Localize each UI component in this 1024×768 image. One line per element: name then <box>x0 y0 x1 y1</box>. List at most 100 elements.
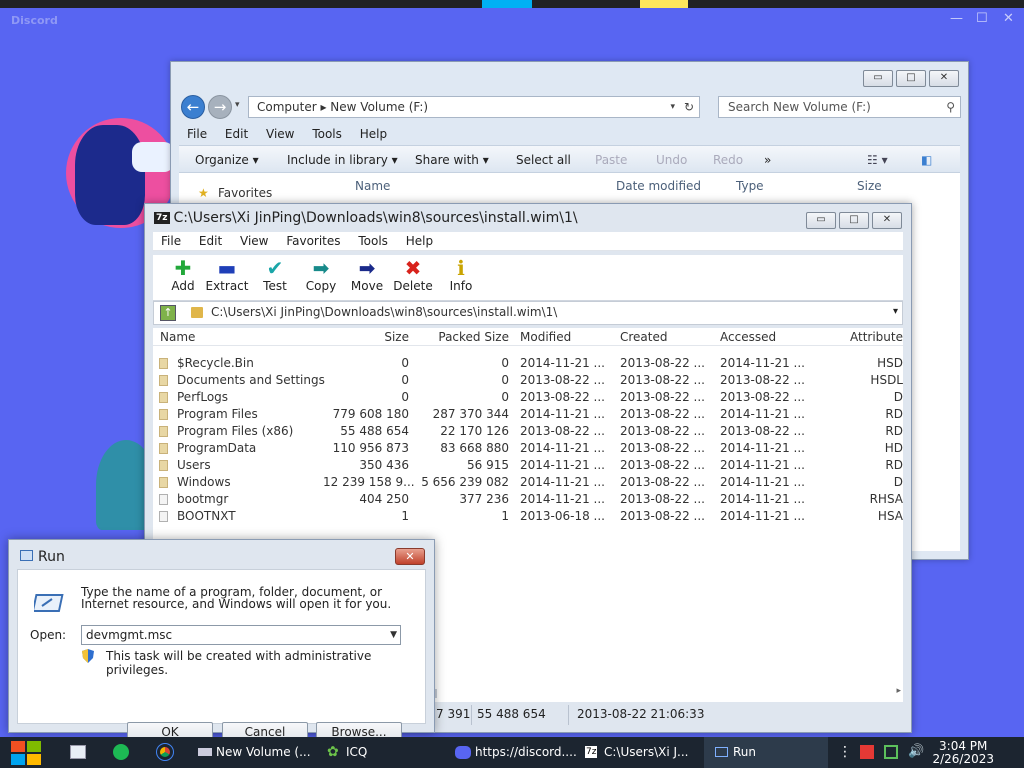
header-size[interactable]: Size <box>323 330 409 344</box>
menu-view[interactable]: View <box>266 127 294 141</box>
header-created[interactable]: Created <box>620 330 668 344</box>
network-icon[interactable] <box>884 745 898 759</box>
info-button[interactable]: ℹ Info <box>435 257 487 293</box>
delete-button[interactable]: ✖ Delete <box>387 257 439 293</box>
explorer-minimize-button[interactable]: ▭ <box>863 70 893 87</box>
file-row[interactable]: $Recycle.Bin 0 0 2014-11-21 ... 2013-08-22 .… <box>153 355 903 372</box>
horizontal-scrollbar[interactable]: ▸ <box>431 686 901 699</box>
copy-button[interactable]: ➡ Copy <box>295 257 347 293</box>
menu-help[interactable]: Help <box>360 127 387 141</box>
column-size[interactable]: Size <box>857 179 882 193</box>
file-row[interactable]: Program Files (x86) 55 488 654 22 170 126 2… <box>153 423 903 440</box>
open-input-value[interactable]: devmgmt.msc <box>86 628 172 642</box>
header-modified[interactable]: Modified <box>520 330 571 344</box>
back-button[interactable]: ← <box>181 95 205 119</box>
view-options-icon[interactable]: ☷ ▾ <box>867 146 888 174</box>
volume-icon[interactable]: 🔊 <box>908 745 924 759</box>
cell-attr: RD <box>885 424 903 438</box>
extract-button[interactable]: ▬ Extract <box>201 257 253 293</box>
task-explorer[interactable]: New Volume (... <box>188 737 312 768</box>
column-date-modified[interactable]: Date modified <box>616 179 701 193</box>
menu-view[interactable]: View <box>240 234 268 248</box>
file-row[interactable]: Users 350 436 56 915 2014-11-21 ... 2013-08-… <box>153 457 903 474</box>
redo-button[interactable]: Redo <box>713 146 743 174</box>
task-7zip[interactable]: 7z C:\Users\Xi J... <box>576 737 700 768</box>
include-in-library-button[interactable]: Include in library ▾ <box>287 146 398 174</box>
header-attribute[interactable]: Attribute <box>813 330 903 344</box>
task-icq[interactable]: ✿ ICQ <box>316 737 440 768</box>
column-type[interactable]: Type <box>736 179 764 193</box>
menu-tools[interactable]: Tools <box>358 234 388 248</box>
header-accessed[interactable]: Accessed <box>720 330 776 344</box>
forward-button[interactable]: → <box>208 95 232 119</box>
maximize-icon[interactable]: ☐ <box>976 11 988 26</box>
folder-icon <box>159 392 168 403</box>
sevenzip-close-button[interactable]: ✕ <box>872 212 902 229</box>
refresh-icon[interactable]: ↻ <box>684 97 694 117</box>
open-dropdown-icon[interactable]: ▼ <box>390 626 397 644</box>
file-row[interactable]: Documents and Settings 0 0 2013-08-22 ... 20… <box>153 372 903 389</box>
column-name[interactable]: Name <box>355 179 390 193</box>
folder-icon <box>159 460 168 471</box>
cell-name: Program Files (x86) <box>177 424 294 438</box>
file-row[interactable]: bootmgr 404 250 377 236 2014-11-21 ... 2013-… <box>153 491 903 508</box>
file-row[interactable]: Program Files 779 608 180 287 370 344 2014-… <box>153 406 903 423</box>
desktop-app-icon[interactable] <box>70 745 86 759</box>
cell-accessed: 2014-11-21 ... <box>720 475 805 489</box>
minimize-icon[interactable]: — <box>950 11 963 26</box>
test-button[interactable]: ✔ Test <box>249 257 301 293</box>
address-dropdown-icon[interactable]: ▾ <box>670 97 675 117</box>
menu-tools[interactable]: Tools <box>312 127 342 141</box>
explorer-maximize-button[interactable]: □ <box>896 70 926 87</box>
cell-packed: 56 915 <box>467 458 509 472</box>
menu-edit[interactable]: Edit <box>199 234 222 248</box>
more-commands-button[interactable]: » <box>764 146 771 174</box>
spotify-icon[interactable] <box>113 744 129 760</box>
menu-favorites[interactable]: Favorites <box>286 234 340 248</box>
cell-size: 350 436 <box>359 458 409 472</box>
open-combobox[interactable]: devmgmt.msc ▼ <box>81 625 401 645</box>
cell-accessed: 2013-08-22 ... <box>720 373 805 387</box>
close-icon[interactable]: ✕ <box>1003 11 1014 26</box>
favorites-link[interactable]: Favorites <box>218 186 272 200</box>
menu-file[interactable]: File <box>187 127 207 141</box>
system-clock[interactable]: 3:04 PM 2/26/2023 <box>932 740 994 766</box>
preview-pane-icon[interactable]: ◧ <box>921 146 932 174</box>
path-dropdown-icon[interactable]: ▾ <box>893 306 898 317</box>
recent-pages-icon[interactable]: ▾ <box>235 100 240 110</box>
chrome-icon[interactable] <box>156 743 174 761</box>
file-row[interactable]: ProgramData 110 956 873 83 668 880 2014-11-… <box>153 440 903 457</box>
up-folder-icon[interactable]: ↑ <box>160 305 176 321</box>
header-packed-size[interactable]: Packed Size <box>415 330 509 344</box>
search-input[interactable]: Search New Volume (F:) ⚲ <box>718 96 961 118</box>
undo-button[interactable]: Undo <box>656 146 687 174</box>
share-with-button[interactable]: Share with ▾ <box>415 146 489 174</box>
sevenzip-window-buttons: ▭ □ ✕ <box>803 212 902 229</box>
address-bar[interactable]: Computer ▸ New Volume (F:) ▾ ↻ <box>248 96 700 118</box>
menu-edit[interactable]: Edit <box>225 127 248 141</box>
search-icon[interactable]: ⚲ <box>946 97 955 117</box>
file-row[interactable]: Windows 12 239 158 9... 5 656 239 082 2014-… <box>153 474 903 491</box>
file-row[interactable]: PerfLogs 0 0 2013-08-22 ... 2013-08-22 ... 20… <box>153 389 903 406</box>
scroll-right-icon[interactable]: ▸ <box>896 686 901 696</box>
move-button[interactable]: ➡ Move <box>341 257 393 293</box>
sevenzip-path-bar: ↑ C:\Users\Xi JinPing\Downloads\win8\sou… <box>153 301 903 325</box>
flag-icon[interactable] <box>860 745 874 759</box>
paste-button[interactable]: Paste <box>595 146 627 174</box>
select-all-button[interactable]: Select all <box>516 146 571 174</box>
organize-button[interactable]: Organize ▾ <box>195 146 259 174</box>
file-row[interactable]: BOOTNXT 1 1 2013-06-18 ... 2013-08-22 ... 201… <box>153 508 903 525</box>
run-close-button[interactable]: ✕ <box>395 548 425 565</box>
task-discord[interactable]: https://discord.... <box>446 737 577 768</box>
status-date: 2013-08-22 21:06:33 <box>577 707 705 721</box>
header-name[interactable]: Name <box>160 330 195 344</box>
explorer-close-button[interactable]: ✕ <box>929 70 959 87</box>
start-windows-icon[interactable] <box>10 740 42 766</box>
menu-help[interactable]: Help <box>406 234 433 248</box>
sevenzip-maximize-button[interactable]: □ <box>839 212 869 229</box>
task-run[interactable]: Run <box>704 737 828 768</box>
menu-file[interactable]: File <box>161 234 181 248</box>
sevenzip-minimize-button[interactable]: ▭ <box>806 212 836 229</box>
sevenzip-path-input[interactable]: C:\Users\Xi JinPing\Downloads\win8\sourc… <box>211 305 557 319</box>
overflow-menu-icon[interactable]: ⋮ <box>838 745 852 759</box>
